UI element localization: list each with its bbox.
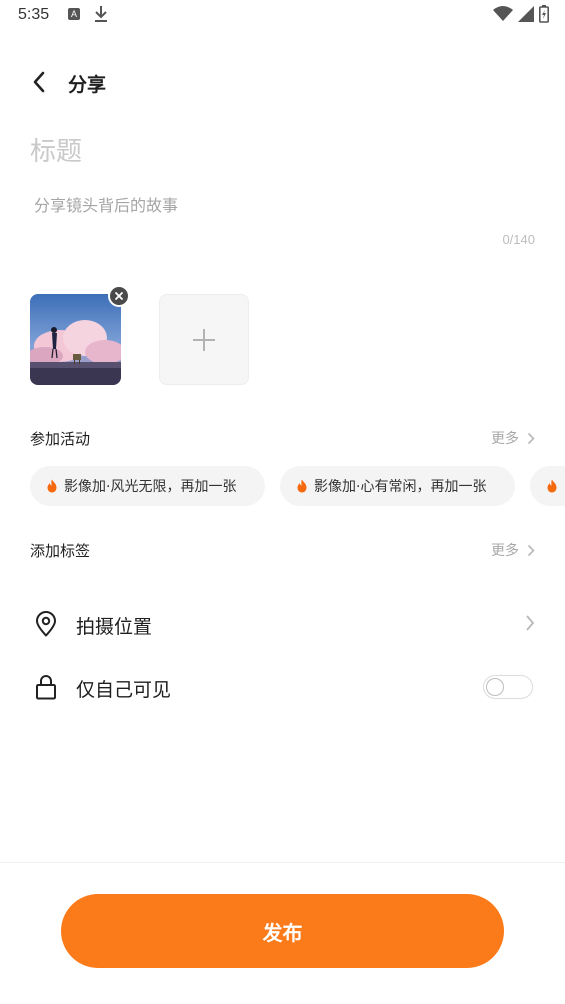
status-icons: [493, 5, 549, 27]
back-button[interactable]: [26, 68, 52, 96]
activity-chips: 影像加·风光无限，再加一张 影像加·心有常闲，再加一张: [30, 466, 565, 506]
location-label: 拍摄位置: [76, 616, 153, 638]
more-text: 更多: [491, 543, 519, 559]
header: 分享: [0, 58, 565, 106]
battery-icon: [539, 5, 549, 27]
activity-chip[interactable]: 影像加·心有常闲，再加一张: [280, 466, 515, 506]
chevron-right-icon: [527, 544, 535, 556]
activity-chip-label: 影像加·风光无限，再加一张: [64, 479, 237, 495]
privacy-row: 仅自己可见: [30, 665, 535, 709]
lock-icon: [32, 673, 60, 701]
remove-photo-button[interactable]: [108, 285, 130, 307]
tags-section: 添加标签 更多: [30, 538, 535, 562]
flame-icon: [297, 479, 307, 493]
close-icon: [115, 292, 123, 300]
chevron-left-icon: [33, 71, 45, 93]
character-counter: 0/140: [502, 232, 535, 247]
privacy-label: 仅自己可见: [76, 679, 172, 701]
signal-icon: [518, 6, 534, 26]
chevron-right-icon: [526, 615, 535, 631]
status-time: 5:35: [18, 6, 50, 23]
tags-label: 添加标签: [30, 542, 91, 560]
more-text: 更多: [491, 431, 519, 447]
activities-more-link[interactable]: 更多: [491, 428, 535, 448]
download-icon: [94, 5, 108, 27]
activity-chip-label: 影像加·心有常闲，再加一张: [314, 479, 487, 495]
activities-label: 参加活动: [30, 430, 91, 448]
publish-button[interactable]: 发布: [61, 894, 504, 968]
activity-chip[interactable]: [530, 466, 565, 506]
a-icon: A: [68, 8, 80, 20]
page-title: 分享: [68, 74, 107, 96]
photo-thumbnail[interactable]: [30, 294, 121, 385]
photo-image: [30, 294, 121, 385]
location-pin-icon: [32, 610, 60, 638]
status-bar: 5:35 A: [0, 0, 565, 32]
wifi-icon: [493, 6, 513, 26]
flame-icon: [47, 479, 57, 493]
location-row[interactable]: 拍摄位置: [30, 602, 535, 646]
toggle-knob: [486, 677, 504, 696]
story-input[interactable]: [34, 192, 534, 228]
activity-chip[interactable]: 影像加·风光无限，再加一张: [30, 466, 265, 506]
privacy-toggle[interactable]: [483, 675, 533, 699]
plus-icon: [193, 328, 215, 351]
add-photo-button[interactable]: [159, 294, 249, 385]
flame-icon: [547, 479, 557, 493]
divider: [0, 862, 565, 863]
activities-section: 参加活动 更多: [30, 426, 535, 450]
chevron-right-icon: [527, 432, 535, 444]
tags-more-link[interactable]: 更多: [491, 540, 535, 560]
title-input[interactable]: [30, 132, 535, 172]
